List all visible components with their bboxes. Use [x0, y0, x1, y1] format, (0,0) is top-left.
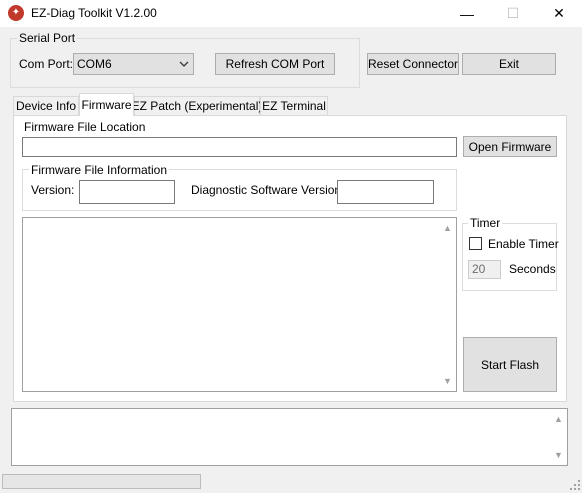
status-bar — [0, 471, 582, 493]
diagnostic-software-version-field[interactable] — [337, 180, 434, 204]
scroll-down-icon[interactable]: ▼ — [443, 377, 452, 386]
log-scrollbar[interactable]: ▲ ▼ — [550, 409, 567, 465]
com-port-label: Com Port: — [19, 57, 74, 71]
scroll-down-icon[interactable]: ▼ — [554, 451, 563, 460]
maximize-icon: ☐ — [506, 5, 520, 21]
timer-group — [462, 223, 557, 291]
serial-port-group-label: Serial Port — [17, 31, 78, 45]
progress-bar — [2, 474, 201, 489]
close-icon: ✕ — [553, 5, 565, 21]
scroll-up-icon[interactable]: ▲ — [443, 224, 452, 233]
version-label: Version: — [31, 183, 75, 197]
firmware-output-textarea[interactable]: ▲ ▼ — [22, 217, 457, 392]
scroll-up-icon[interactable]: ▲ — [554, 415, 563, 424]
timer-seconds-input[interactable]: 20 — [468, 260, 501, 279]
seconds-label: Seconds — [509, 262, 556, 276]
close-button[interactable]: ✕ — [536, 0, 582, 27]
window-title: EZ-Diag Toolkit V1.2.00 — [31, 6, 157, 20]
open-firmware-button[interactable]: Open Firmware — [463, 136, 557, 157]
title-bar: ✦ EZ-Diag Toolkit V1.2.00 — ☐ ✕ — [0, 0, 582, 27]
maximize-button[interactable]: ☐ — [490, 0, 536, 27]
timer-group-label: Timer — [468, 216, 503, 230]
firmware-file-location-label: Firmware File Location — [24, 120, 146, 134]
minimize-button[interactable]: — — [444, 0, 490, 27]
minimize-icon: — — [460, 5, 474, 22]
firmware-file-location-input[interactable] — [22, 137, 457, 157]
firmware-info-group-label: Firmware File Information — [29, 163, 170, 177]
tab-device-info[interactable]: Device Info — [13, 96, 79, 115]
reset-connector-button[interactable]: Reset Connector — [367, 53, 459, 75]
output-scrollbar[interactable]: ▲ ▼ — [439, 218, 456, 391]
tab-ez-terminal[interactable]: EZ Terminal — [260, 96, 328, 115]
diagnostic-software-version-label: Diagnostic Software Version: — [191, 183, 345, 197]
firmware-tab-page: Firmware File Location Open Firmware Fir… — [13, 115, 567, 402]
app-logo-icon: ✦ — [8, 5, 24, 21]
version-field[interactable] — [79, 180, 175, 204]
start-flash-button[interactable]: Start Flash — [463, 337, 557, 392]
exit-button[interactable]: Exit — [462, 53, 556, 75]
refresh-com-port-button[interactable]: Refresh COM Port — [215, 53, 335, 75]
com-port-select[interactable]: COM6 — [73, 53, 194, 75]
enable-timer-checkbox[interactable] — [469, 237, 482, 250]
enable-timer-label[interactable]: Enable Timer — [488, 237, 559, 251]
chevron-down-icon — [179, 61, 189, 67]
tab-ez-patch[interactable]: EZ Patch (Experimental) — [132, 96, 262, 115]
log-textbox[interactable]: ▲ ▼ — [11, 408, 568, 466]
com-port-value: COM6 — [77, 57, 112, 71]
tab-firmware[interactable]: Firmware — [79, 93, 134, 116]
resize-grip-icon[interactable] — [570, 479, 580, 490]
